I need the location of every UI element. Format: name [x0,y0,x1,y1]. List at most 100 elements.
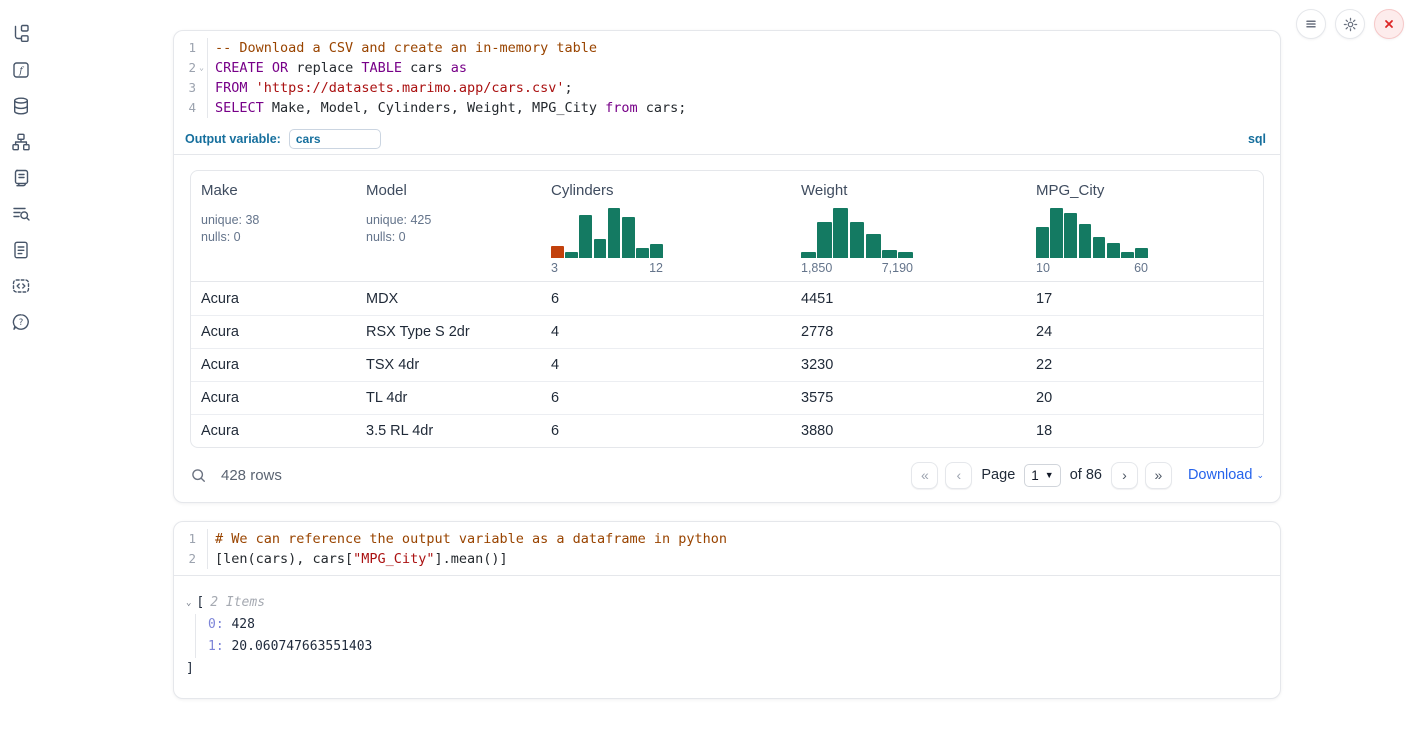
column-header-mpg_city[interactable]: MPG_City 1060 [1026,171,1263,281]
table-cell: 17 [1026,291,1263,307]
table-cell: 2778 [791,324,1026,340]
table-row[interactable]: AcuraTSX 4dr4323022 [191,348,1263,381]
table-cell: Acura [191,357,356,373]
column-histogram: 1060 [1036,208,1148,275]
table-body: AcuraMDX6445117AcuraRSX Type S 2dr427782… [191,282,1263,447]
code-line: [len(cars), cars["MPG_City"].mean()] [215,549,1280,569]
logs-search-icon[interactable] [0,196,42,232]
sql-code-editor[interactable]: 12⌄34 -- Download a CSV and create an in… [174,31,1280,124]
table-cell: MDX [356,291,541,307]
table-row[interactable]: AcuraRSX Type S 2dr4277824 [191,315,1263,348]
histogram-bar [1121,252,1134,258]
table-cell: 6 [541,291,791,307]
histogram-bar [898,252,913,258]
table-cell: 3.5 RL 4dr [356,423,541,439]
column-header-cylinders[interactable]: Cylinders312 [541,171,791,281]
table-cell: 4 [541,324,791,340]
table-cell: TSX 4dr [356,357,541,373]
documentation-icon[interactable] [0,232,42,268]
histogram-bar [801,252,816,258]
help-icon[interactable]: ? [0,304,42,340]
table-cell: TL 4dr [356,390,541,406]
axis-min-label: 1,850 [801,261,832,275]
code-line: -- Download a CSV and create an in-memor… [215,38,1280,58]
output-variable-input[interactable] [289,129,381,149]
table-cell: Acura [191,423,356,439]
line-number: 1 [174,529,207,549]
data-table: Make unique: 38nulls: 0 Modelunique: 425nu… [190,170,1264,448]
page-select[interactable]: 1 ▼ [1024,464,1060,487]
table-row[interactable]: Acura3.5 RL 4dr6388018 [191,414,1263,447]
items-count: 2 Items [210,592,265,614]
python-code-editor[interactable]: 12 # We can reference the output variabl… [174,522,1280,575]
column-title: Make [201,182,346,199]
histogram-bars [551,208,663,258]
histogram-bar [817,222,832,259]
menu-button[interactable] [1296,9,1326,39]
histogram-axis-labels: 1060 [1036,261,1148,275]
histogram-bar [622,217,635,258]
code-line: FROM 'https://datasets.marimo.app/cars.c… [215,78,1280,98]
column-header-model[interactable]: Modelunique: 425nulls: 0 [356,171,541,281]
line-number-gutter: 12⌄34 [174,38,208,118]
histogram-bars [1036,208,1148,258]
histogram-axis-labels: 312 [551,261,663,275]
column-header-weight[interactable]: Weight1,8507,190 [791,171,1026,281]
histogram-bar [1093,237,1106,258]
table-cell: 24 [1026,324,1263,340]
sql-code: -- Download a CSV and create an in-memor… [208,38,1280,118]
hamburger-icon [1303,16,1319,32]
fold-chevron-icon: ⌄ [196,58,207,78]
code-line: # We can reference the output variable a… [215,529,1280,549]
gear-icon [1342,16,1359,33]
table-row[interactable]: AcuraMDX6445117 [191,282,1263,315]
stat-line: nulls: 0 [366,229,531,246]
code-line: SELECT Make, Model, Cylinders, Weight, M… [215,98,1280,118]
python-cell: 12 # We can reference the output variabl… [173,521,1281,699]
chevron-down-icon: ⌄ [1256,470,1264,481]
shutdown-button[interactable] [1374,9,1404,39]
file-explorer-icon[interactable] [0,16,42,52]
page-total-label: of 86 [1070,467,1102,483]
open-bracket: [ [196,592,204,614]
table-cell: Acura [191,390,356,406]
histogram-bar [565,252,578,259]
dependency-graph-icon[interactable] [0,124,42,160]
chevron-down-icon: ▼ [1045,470,1054,480]
histogram-bar [1135,248,1148,258]
table-row[interactable]: AcuraTL 4dr6357520 [191,381,1263,414]
snippets-icon[interactable] [0,268,42,304]
histogram-bar [1050,208,1063,258]
line-number: 2 [174,549,207,569]
histogram-bar [1036,227,1049,258]
column-title: MPG_City [1036,182,1253,199]
histogram-axis-labels: 1,8507,190 [801,261,913,275]
line-number-gutter: 12 [174,529,208,569]
table-cell: 4451 [791,291,1026,307]
line-number: 3 [174,78,207,98]
first-page-button[interactable]: « [911,462,938,489]
line-number: 2⌄ [174,58,207,78]
sidebar-panel-icons: f ? [0,0,42,729]
item-index: 0: [208,617,231,632]
search-icon [190,467,207,484]
table-cell: 3880 [791,423,1026,439]
column-header-make[interactable]: Make unique: 38nulls: 0 [191,171,356,281]
page-label: Page [981,467,1015,483]
histogram-bar [608,208,621,258]
svg-text:?: ? [19,318,24,328]
search-button[interactable] [190,467,207,484]
variables-icon[interactable]: f [0,52,42,88]
last-page-button[interactable]: » [1145,462,1172,489]
item-index: 1: [208,639,231,654]
prev-page-button[interactable]: ‹ [945,462,972,489]
column-stats: unique: 38nulls: 0 [201,212,346,246]
language-badge: sql [1248,132,1266,146]
collapse-chevron-icon[interactable]: ⌄ [186,592,191,614]
datasources-icon[interactable] [0,88,42,124]
settings-button[interactable] [1335,9,1365,39]
next-page-button[interactable]: › [1111,462,1138,489]
download-button[interactable]: Download ⌄ [1188,467,1264,483]
python-code: # We can reference the output variable a… [208,529,1280,569]
scratchpad-icon[interactable] [0,160,42,196]
